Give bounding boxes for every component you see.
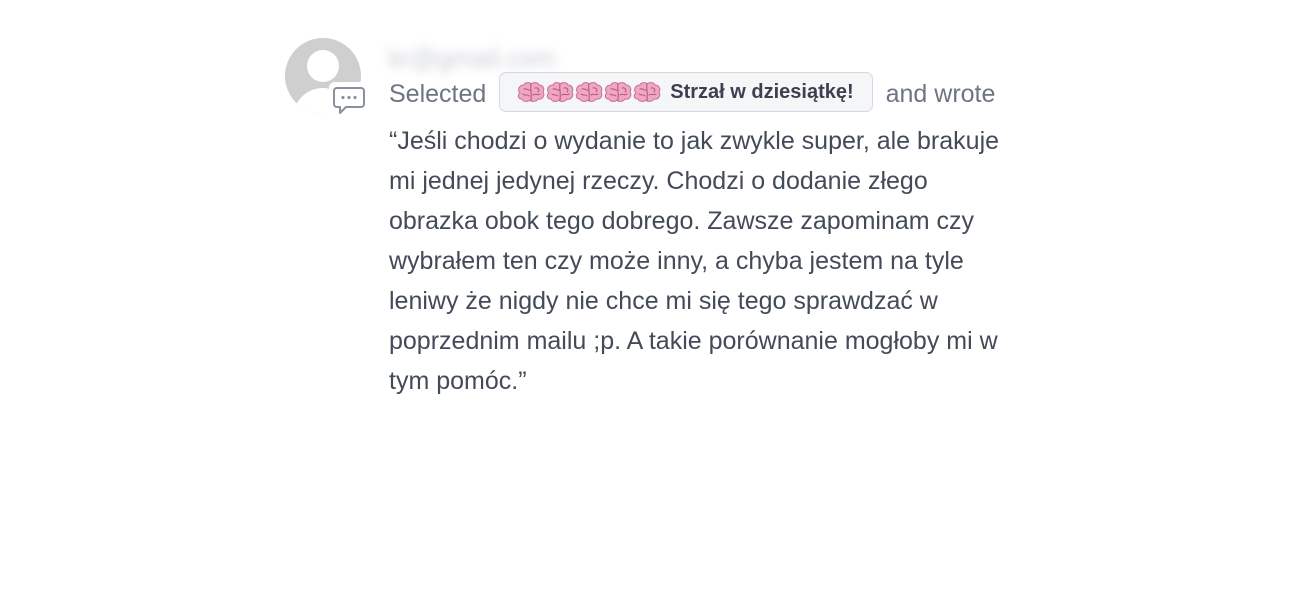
entry-content: kr@gmail.com Selected Strzał w dziesiątk… [389, 36, 1029, 401]
avatar-head [307, 50, 339, 82]
brain-rating [516, 81, 662, 103]
selected-label: Selected [389, 80, 487, 108]
avatar-container [285, 38, 369, 118]
user-email: kr@gmail.com [389, 43, 556, 73]
comment-icon [329, 82, 369, 118]
brain-icon [547, 82, 574, 103]
comment-text: “Jeśli chodzi o wydanie to jak zwykle su… [389, 127, 1000, 396]
brain-icon [634, 82, 661, 103]
brain-icon [576, 82, 603, 103]
action-line: Selected Strzał w dziesiątkę! and wrote [389, 72, 1029, 115]
brain-icon [518, 82, 545, 103]
brain-icon [605, 82, 632, 103]
rating-label: Strzał w dziesiątkę! [670, 81, 854, 104]
rating-pill: Strzał w dziesiątkę! [499, 72, 873, 113]
and-wrote-label: and wrote [885, 80, 996, 108]
